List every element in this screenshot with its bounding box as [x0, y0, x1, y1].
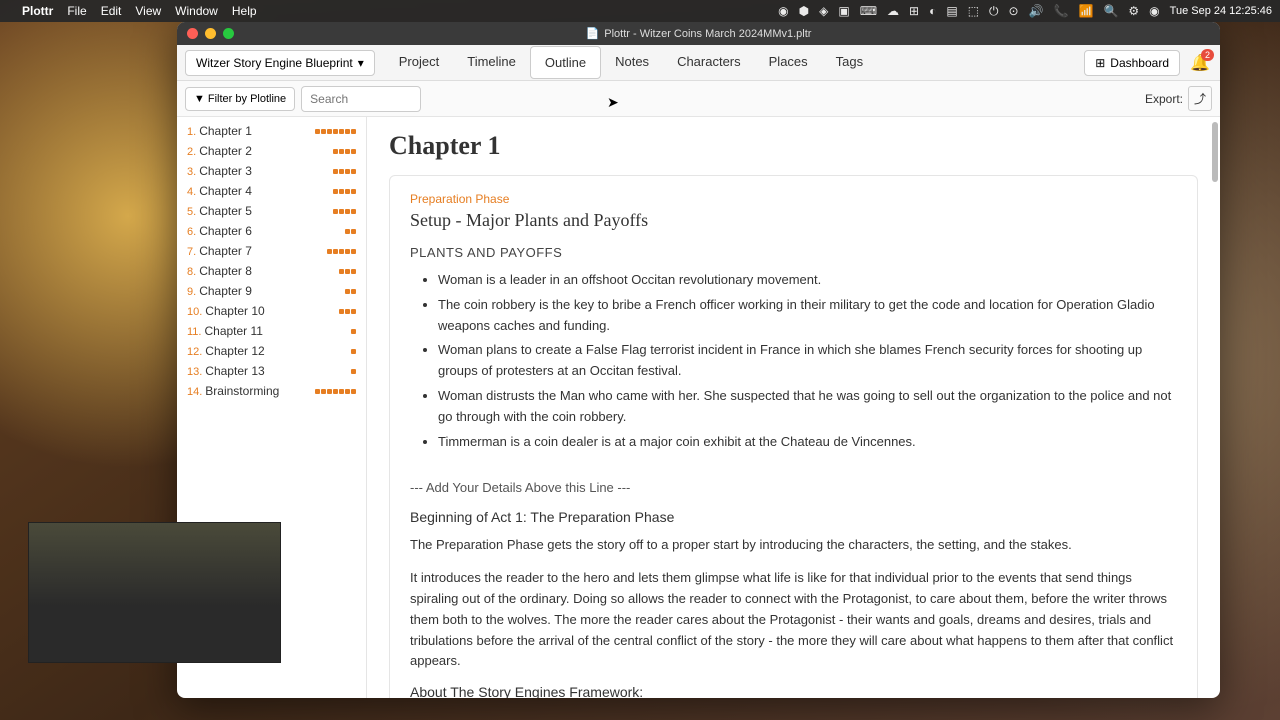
sidebar-item[interactable]: 3.Chapter 3 — [177, 161, 366, 181]
divider-text: --- Add Your Details Above this Line --- — [410, 480, 1177, 495]
sidebar-item[interactable]: 5.Chapter 5 — [177, 201, 366, 221]
tab-project[interactable]: Project — [385, 46, 453, 79]
webcam-overlay — [28, 522, 281, 663]
titlebar: 📄 Plottr - Witzer Coins March 2024MMv1.p… — [177, 22, 1220, 45]
tab-outline[interactable]: Outline — [530, 46, 601, 79]
status-icon[interactable]: ⬚ — [968, 4, 979, 18]
tab-timeline[interactable]: Timeline — [453, 46, 530, 79]
sidebar-item[interactable]: 4.Chapter 4 — [177, 181, 366, 201]
sidebar-item[interactable]: 7.Chapter 7 — [177, 241, 366, 261]
menu-help[interactable]: Help — [232, 4, 257, 18]
bullet-item: The coin robbery is the key to bribe a F… — [438, 295, 1177, 337]
bullet-list: Woman is a leader in an offshoot Occitan… — [410, 270, 1177, 452]
tab-characters[interactable]: Characters — [663, 46, 755, 79]
tab-tags[interactable]: Tags — [822, 46, 877, 79]
macos-menubar: Plottr File Edit View Window Help ◉ ⬢ ◈ … — [0, 0, 1280, 22]
status-icon[interactable]: ◉ — [778, 4, 788, 18]
filter-plotline-button[interactable]: ▼ Filter by Plotline — [185, 87, 295, 111]
menu-window[interactable]: Window — [175, 4, 218, 18]
bullet-item: Woman is a leader in an offshoot Occitan… — [438, 270, 1177, 291]
app-window: 📄 Plottr - Witzer Coins March 2024MMv1.p… — [177, 22, 1220, 698]
sidebar-item[interactable]: 14.Brainstorming — [177, 381, 366, 401]
status-icon[interactable]: ⊙ — [1009, 4, 1019, 18]
sidebar-item[interactable]: 6.Chapter 6 — [177, 221, 366, 241]
plants-heading: PLANTS AND PAYOFFS — [410, 245, 1177, 260]
paragraph: The Preparation Phase gets the story off… — [410, 535, 1177, 556]
dashboard-label: Dashboard — [1110, 56, 1169, 70]
search-input[interactable] — [301, 86, 421, 112]
sidebar-item[interactable]: 8.Chapter 8 — [177, 261, 366, 281]
status-icon[interactable]: ☁ — [887, 4, 899, 18]
wifi-icon[interactable]: 📶 — [1079, 4, 1094, 18]
menubar-app-name[interactable]: Plottr — [22, 4, 53, 18]
dashboard-button[interactable]: ⊞ Dashboard — [1084, 50, 1180, 76]
control-center-icon[interactable]: ⚙ — [1128, 4, 1139, 18]
card-title: Setup - Major Plants and Payoffs — [410, 210, 1177, 231]
status-icon[interactable]: ◐ — [929, 4, 936, 18]
tab-places[interactable]: Places — [755, 46, 822, 79]
sidebar-item[interactable]: 12.Chapter 12 — [177, 341, 366, 361]
status-icon[interactable]: ⌨ — [860, 4, 877, 18]
phone-icon[interactable]: 📞 — [1054, 4, 1069, 18]
sidebar-item[interactable]: 10.Chapter 10 — [177, 301, 366, 321]
bullet-item: Woman distrusts the Man who came with he… — [438, 386, 1177, 428]
notification-count: 2 — [1201, 49, 1214, 61]
blueprint-dropdown[interactable]: Witzer Story Engine Blueprint ▾ — [185, 50, 375, 76]
menu-view[interactable]: View — [135, 4, 161, 18]
scene-card: Preparation Phase Setup - Major Plants a… — [389, 175, 1198, 698]
paragraph: It introduces the reader to the hero and… — [410, 568, 1177, 672]
status-icon[interactable]: ⊞ — [909, 4, 919, 18]
act-heading: Beginning of Act 1: The Preparation Phas… — [410, 509, 1177, 525]
status-icon[interactable]: ◈ — [819, 4, 828, 18]
phase-label: Preparation Phase — [410, 192, 1177, 206]
menu-file[interactable]: File — [67, 4, 86, 18]
scrollbar[interactable] — [1212, 122, 1218, 182]
tab-notes[interactable]: Notes — [601, 46, 663, 79]
notifications-button[interactable]: 🔔 2 — [1188, 51, 1212, 75]
volume-icon[interactable]: 🔊 — [1029, 4, 1044, 18]
about-heading: About The Story Engines Framework: — [410, 684, 1177, 698]
filter-icon: ▼ — [194, 93, 205, 105]
export-button[interactable]: ⤴ — [1188, 86, 1212, 111]
sidebar-item[interactable]: 2.Chapter 2 — [177, 141, 366, 161]
search-icon[interactable]: 🔍 — [1103, 4, 1118, 18]
blueprint-label: Witzer Story Engine Blueprint — [196, 56, 353, 70]
sidebar-item[interactable]: 13.Chapter 13 — [177, 361, 366, 381]
window-title: Plottr - Witzer Coins March 2024MMv1.plt… — [604, 28, 811, 40]
close-button[interactable] — [187, 28, 198, 39]
maximize-button[interactable] — [223, 28, 234, 39]
document-icon: 📄 — [586, 27, 600, 40]
sidebar-item[interactable]: 1.Chapter 1 — [177, 121, 366, 141]
sidebar-item[interactable]: 11.Chapter 11 — [177, 321, 366, 341]
main-content: Chapter 1 Preparation Phase Setup - Majo… — [367, 117, 1220, 698]
menu-edit[interactable]: Edit — [101, 4, 122, 18]
status-icon[interactable]: ⬢ — [799, 4, 809, 18]
siri-icon[interactable]: ◉ — [1149, 4, 1159, 18]
menubar-clock[interactable]: Tue Sep 24 12:25:46 — [1170, 5, 1272, 17]
bullet-item: Woman plans to create a False Flag terro… — [438, 340, 1177, 382]
chevron-down-icon: ▾ — [358, 56, 364, 70]
status-icon[interactable]: ▤ — [946, 4, 957, 18]
export-label: Export: — [1145, 92, 1183, 106]
minimize-button[interactable] — [205, 28, 216, 39]
dashboard-icon: ⊞ — [1095, 56, 1105, 70]
toolbar: Witzer Story Engine Blueprint ▾ Project … — [177, 45, 1220, 81]
sidebar-item[interactable]: 9.Chapter 9 — [177, 281, 366, 301]
filter-label: Filter by Plotline — [208, 93, 286, 105]
bullet-item: Timmerman is a coin dealer is at a major… — [438, 432, 1177, 453]
subbar: ▼ Filter by Plotline Export: ⤴ — [177, 81, 1220, 117]
status-icon[interactable]: ⏻ — [989, 4, 999, 19]
chapter-title: Chapter 1 — [389, 131, 1198, 161]
status-icon[interactable]: ▣ — [838, 4, 849, 18]
